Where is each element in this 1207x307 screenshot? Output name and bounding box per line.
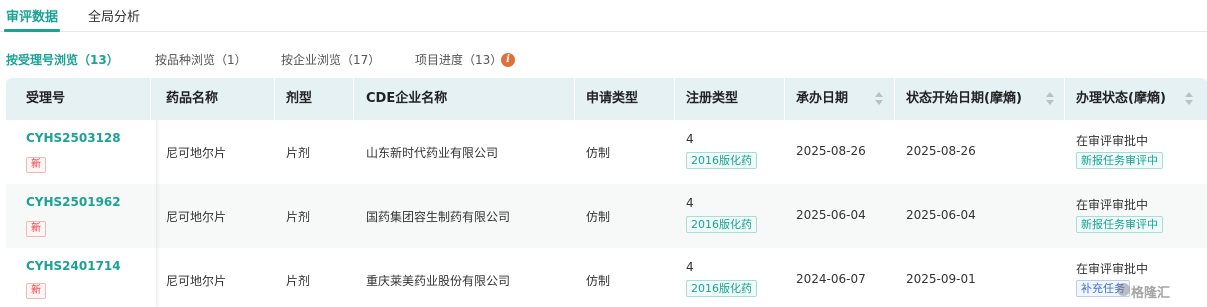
acceptance-no-link[interactable]: CYHS2501962	[26, 195, 121, 209]
tab-by-company[interactable]: 按企业浏览（17）	[281, 51, 380, 68]
status-tag: 新报任务审评中	[1076, 216, 1163, 233]
status-start-date: 2025-08-26	[906, 144, 976, 158]
dosage-form: 片剂	[286, 274, 311, 288]
fixed-column-shadow	[156, 120, 160, 307]
watermark-logo-icon	[1117, 283, 1130, 296]
column-divider	[894, 78, 895, 120]
column-header-handling-status[interactable]: 办理状态(摩熵)	[1076, 78, 1166, 120]
accept-date: 2024-06-07	[796, 272, 866, 286]
dosage-form: 片剂	[286, 210, 311, 224]
company-name: 国药集团容生制药有限公司	[366, 210, 511, 224]
column-divider	[674, 78, 675, 120]
drug-name: 尼可地尔片	[166, 210, 227, 224]
new-badge: 新	[26, 157, 46, 173]
watermark: 格隆汇	[1131, 286, 1171, 301]
tab-review-data[interactable]: 审评数据	[6, 6, 58, 25]
acceptance-no-link[interactable]: CYHS2503128	[26, 131, 121, 145]
column-header-dosage-form: 剂型	[286, 91, 313, 106]
column-header-application-type: 申请类型	[586, 91, 639, 106]
status-start-date: 2025-06-04	[906, 208, 976, 222]
accept-date: 2025-06-04	[796, 208, 866, 222]
drug-name: 尼可地尔片	[166, 274, 227, 288]
handling-status: 在审评审批中	[1076, 198, 1149, 212]
column-divider	[574, 78, 575, 120]
tab-by-acceptance-no[interactable]: 按受理号浏览（13）	[6, 51, 119, 68]
table-row: CYHS2501962 新 尼可地尔片 片剂 国药集团容生制药有限公司 仿制 4…	[6, 184, 1207, 248]
active-tab-indicator	[4, 29, 60, 32]
sub-tab-bar: 按受理号浏览（13） 按品种浏览（1） 按企业浏览（17） 项目进度（13） i	[0, 48, 1207, 70]
acceptance-no-link[interactable]: CYHS2401714	[26, 259, 121, 273]
dosage-form: 片剂	[286, 146, 311, 160]
top-tab-bar: 审评数据 全局分析	[0, 0, 1207, 32]
handling-status: 在审评审批中	[1076, 134, 1149, 148]
column-divider	[1064, 78, 1065, 120]
column-header-drug-name: 药品名称	[166, 91, 219, 106]
company-name: 山东新时代药业有限公司	[366, 146, 499, 160]
application-type: 仿制	[586, 274, 611, 288]
application-type: 仿制	[586, 210, 611, 224]
tab-project-progress[interactable]: 项目进度（13）	[415, 51, 502, 68]
tab-by-variety[interactable]: 按品种浏览（1）	[155, 51, 247, 68]
column-header-status-start-date[interactable]: 状态开始日期(摩熵)	[906, 78, 1022, 120]
info-icon[interactable]: i	[501, 53, 515, 67]
column-header-accept-date[interactable]: 承办日期	[796, 78, 848, 120]
application-type: 仿制	[586, 146, 611, 160]
sort-icon[interactable]	[1185, 92, 1193, 106]
column-header-cde-company: CDE企业名称	[366, 91, 448, 106]
column-divider	[150, 78, 151, 120]
handling-status: 在审评审批中	[1076, 262, 1149, 276]
table-row: CYHS2503128 新 尼可地尔片 片剂 山东新时代药业有限公司 仿制 4 …	[6, 120, 1207, 184]
table-row: CYHS2401714 新 尼可地尔片 片剂 重庆莱美药业股份有限公司 仿制 4…	[6, 248, 1207, 307]
registration-class: 4	[686, 260, 694, 274]
new-badge: 新	[26, 221, 46, 237]
company-name: 重庆莱美药业股份有限公司	[366, 274, 511, 288]
column-divider	[353, 78, 354, 120]
registration-tag: 2016版化药	[686, 216, 757, 233]
sort-icon[interactable]	[1046, 92, 1054, 106]
new-badge: 新	[26, 283, 46, 299]
status-start-date: 2025-09-01	[906, 272, 976, 286]
column-header-registration-type: 注册类型	[686, 91, 739, 106]
accept-date: 2025-08-26	[796, 144, 866, 158]
tab-global-analysis[interactable]: 全局分析	[88, 6, 140, 25]
registration-tag: 2016版化药	[686, 152, 757, 169]
table-header: 受理号 药品名称 剂型 CDE企业名称 申请类型 注册类型 承办日期 状态开始日…	[6, 78, 1207, 120]
drug-name: 尼可地尔片	[166, 146, 227, 160]
column-header-acceptance-no: 受理号	[26, 91, 66, 106]
sort-icon[interactable]	[875, 92, 883, 106]
column-divider	[784, 78, 785, 120]
registration-tag: 2016版化药	[686, 280, 757, 297]
status-tag: 新报任务审评中	[1076, 152, 1163, 169]
column-divider	[274, 78, 275, 120]
registration-class: 4	[686, 132, 694, 146]
registration-class: 4	[686, 196, 694, 210]
